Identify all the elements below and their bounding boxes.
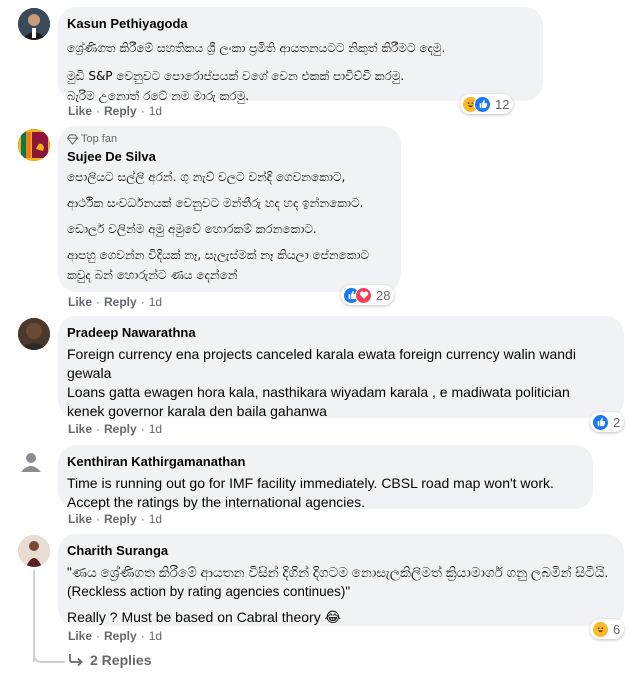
comment-author[interactable]: Kenthiran Kathirgamanathan: [67, 453, 581, 471]
reaction-count: 12: [495, 96, 510, 112]
like-reaction-icon: [592, 413, 609, 431]
avatar[interactable]: [18, 318, 50, 350]
like-link[interactable]: Like: [68, 295, 92, 309]
comment-text: ශ්‍රේණිගත කිරීමේ සහතිකය ශ්‍රී ලංකා ප්‍රම…: [67, 41, 446, 55]
diamond-icon: [67, 133, 78, 145]
separator-dot: ·: [140, 104, 145, 118]
comment-bubble: Kasun Pethiyagoda ශ්‍රේණිගත කිරීමේ සහතික…: [58, 7, 543, 103]
comment-text: "ණය ශ්‍රේණිගත කිරීමේ ආයතන විසින් දිගින් …: [67, 565, 609, 599]
person-avatar-icon: [18, 318, 50, 350]
timestamp[interactable]: 1d: [149, 512, 162, 526]
comment-text: ආපහු ගෙවන්න විදියක් නෑ, සැලැස්මක් නෑ කිය…: [67, 248, 370, 282]
badge-label: Top fan: [81, 133, 118, 145]
reply-link[interactable]: Reply: [104, 512, 137, 526]
avatar[interactable]: [18, 8, 50, 40]
comment-bubble: Top fan Sujee De Silva පොලියට සල්ලි අරන්…: [58, 126, 401, 292]
separator-dot: ·: [96, 295, 101, 309]
comment-text: ආර්ථික සංවර්ධනයක් වෙනුවට මන්තීරු හද හද ඉ…: [67, 196, 364, 210]
timestamp[interactable]: 1d: [149, 629, 162, 643]
avatar[interactable]: [18, 535, 50, 567]
comment-author[interactable]: Charith Suranga: [67, 542, 612, 560]
avatar[interactable]: [18, 129, 50, 161]
person-avatar-icon: [18, 8, 50, 40]
comment-actions: Like · Reply · 1d: [68, 629, 162, 643]
like-link[interactable]: Like: [68, 422, 92, 436]
separator-dot: ·: [96, 512, 101, 526]
love-reaction-icon: [355, 286, 372, 304]
thread-curve: [33, 640, 65, 663]
top-fan-badge: Top fan: [67, 132, 389, 146]
person-avatar-icon: [18, 535, 50, 567]
comment-actions: Like · Reply · 1d: [68, 422, 162, 436]
reaction-count: 2: [613, 414, 621, 430]
comment-text: පොලියට සල්ලි අරන්. ගු නැව් වලට වන්දි ගෙව…: [67, 170, 346, 184]
comment-actions: Like · Reply · 1d: [68, 512, 162, 526]
comment-text: Really ? Must be based on Cabral theory …: [67, 609, 341, 625]
reply-link[interactable]: Reply: [104, 629, 137, 643]
separator-dot: ·: [96, 104, 101, 118]
comment-actions: Like · Reply · 1d: [68, 295, 162, 309]
avatar[interactable]: [18, 446, 50, 478]
separator-dot: ·: [140, 295, 145, 309]
reaction-summary[interactable]: 6: [590, 619, 625, 639]
default-avatar-icon: [18, 446, 50, 478]
separator-dot: ·: [140, 629, 145, 643]
like-link[interactable]: Like: [68, 629, 92, 643]
reply-link[interactable]: Reply: [104, 422, 137, 436]
reply-link[interactable]: Reply: [104, 295, 137, 309]
separator-dot: ·: [140, 422, 145, 436]
sri-lanka-flag-avatar-icon: [18, 129, 50, 161]
separator-dot: ·: [96, 422, 101, 436]
like-link[interactable]: Like: [68, 104, 92, 118]
reaction-summary[interactable]: 28: [341, 285, 395, 305]
comment-author[interactable]: Sujee De Silva: [67, 148, 389, 166]
comment-actions: Like · Reply · 1d: [68, 104, 162, 118]
comment-text: ඩොලර් වලින්ම අමු අමුවේ හොරකම් කරනකොට.: [67, 222, 317, 236]
reaction-count: 6: [613, 621, 621, 637]
timestamp[interactable]: 1d: [149, 104, 162, 118]
haha-reaction-icon: [592, 620, 609, 638]
like-reaction-icon: [474, 95, 491, 113]
reply-arrow-icon: [69, 654, 83, 667]
comment-author[interactable]: Pradeep Nawarathna: [67, 324, 612, 342]
separator-dot: ·: [96, 629, 101, 643]
comment-bubble: Kenthiran Kathirgamanathan Time is runni…: [58, 445, 593, 510]
separator-dot: ·: [140, 512, 145, 526]
reaction-count: 28: [376, 287, 391, 303]
view-replies-link[interactable]: 2 Replies: [68, 652, 151, 668]
timestamp[interactable]: 1d: [149, 295, 162, 309]
replies-label[interactable]: 2 Replies: [90, 652, 151, 668]
comment-text: Foreign currency ena projects canceled k…: [67, 346, 576, 419]
like-link[interactable]: Like: [68, 512, 92, 526]
comment-author[interactable]: Kasun Pethiyagoda: [67, 15, 531, 33]
reaction-summary[interactable]: 2: [590, 412, 625, 432]
timestamp[interactable]: 1d: [149, 422, 162, 436]
reply-link[interactable]: Reply: [104, 104, 137, 118]
comment-bubble: Charith Suranga "ණය ශ්‍රේණිගත කිරීමේ ආයත…: [58, 534, 624, 626]
comment-text: Time is running out go for IMF facility …: [67, 475, 554, 510]
comment-bubble: Pradeep Nawarathna Foreign currency ena …: [58, 316, 624, 419]
reaction-summary[interactable]: 12: [460, 94, 514, 114]
